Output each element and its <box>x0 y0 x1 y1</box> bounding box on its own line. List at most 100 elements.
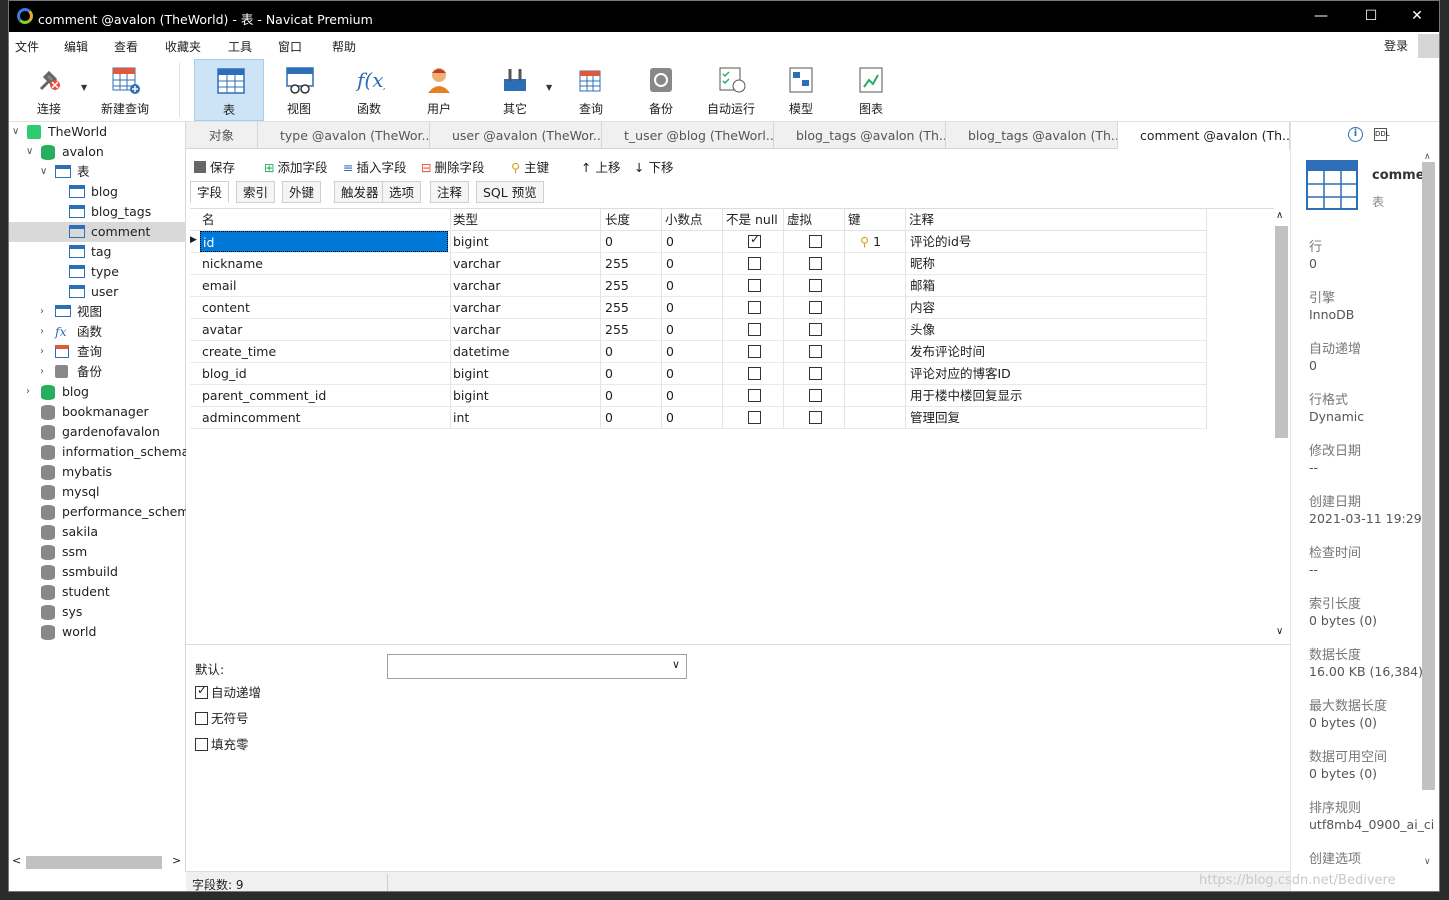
insert-field-button[interactable]: ≡ 插入字段 <box>343 157 407 176</box>
toolbar-backup-button[interactable]: 备份 <box>626 59 696 121</box>
not-null-checkbox[interactable] <box>748 232 761 248</box>
field-type-cell[interactable]: datetime <box>453 341 593 362</box>
scroll-right-icon[interactable]: > <box>172 854 181 867</box>
field-decimals-cell[interactable]: 0 <box>666 363 716 384</box>
tree-db-information-schema[interactable]: information_schema <box>9 442 189 462</box>
field-decimals-cell[interactable]: 0 <box>666 231 716 252</box>
not-null-checkbox[interactable] <box>748 257 761 270</box>
field-length-cell[interactable]: 255 <box>605 319 655 340</box>
zerofill-checkbox[interactable]: 填充零 <box>195 734 249 753</box>
field-type-cell[interactable]: varchar <box>453 253 593 274</box>
scroll-left-icon[interactable]: < <box>12 854 21 867</box>
virtual-checkbox[interactable] <box>809 389 822 402</box>
field-name-cell[interactable]: avatar <box>200 319 448 340</box>
tree-db-bookmanager[interactable]: bookmanager <box>9 402 186 422</box>
menu-view[interactable]: 查看 <box>114 38 138 55</box>
unsigned-checkbox[interactable]: 无符号 <box>195 708 249 727</box>
tab-sql-preview[interactable]: SQL 预览 <box>476 181 544 203</box>
sidebar-hscrollbar[interactable]: < > <box>9 853 186 871</box>
scroll-up-icon[interactable]: ∧ <box>1424 152 1431 162</box>
toolbar-connection-button[interactable]: 连接 <box>14 59 84 121</box>
info-icon[interactable]: i <box>1348 127 1363 142</box>
virtual-checkbox[interactable] <box>809 411 822 424</box>
toolbar-new-query-button[interactable]: 新建查询 <box>90 59 160 121</box>
tab-comment[interactable]: 注释 <box>430 181 470 203</box>
move-down-button[interactable]: ↓ 下移 <box>634 157 674 176</box>
field-type-cell[interactable]: varchar <box>453 297 593 318</box>
scroll-down-icon[interactable]: ∨ <box>1276 626 1283 637</box>
field-length-cell[interactable]: 0 <box>605 341 655 362</box>
toolbar-model-button[interactable]: 模型 <box>766 59 836 121</box>
menu-file[interactable]: 文件 <box>15 38 39 55</box>
not-null-checkbox[interactable] <box>748 279 761 292</box>
toolbar-chart-button[interactable]: 图表 <box>836 59 906 121</box>
tab-foreign-keys[interactable]: 外键 <box>282 181 322 203</box>
close-button[interactable]: ✕ <box>1394 1 1439 32</box>
field-length-cell[interactable]: 0 <box>605 385 655 406</box>
field-comment-cell[interactable]: 管理回复 <box>910 407 1200 428</box>
field-length-cell[interactable]: 0 <box>605 407 655 428</box>
not-null-checkbox[interactable] <box>748 367 761 380</box>
field-length-cell[interactable]: 0 <box>605 231 655 252</box>
not-null-checkbox[interactable] <box>748 323 761 336</box>
virtual-checkbox[interactable] <box>809 235 822 248</box>
menu-help[interactable]: 帮助 <box>332 38 356 55</box>
tree-db-world[interactable]: world <box>9 622 186 642</box>
field-type-cell[interactable]: bigint <box>453 363 593 384</box>
avatar[interactable] <box>1418 34 1439 58</box>
scroll-up-icon[interactable]: ∧ <box>1276 210 1283 221</box>
table-row[interactable]: blog_id bigint 0 0 评论对应的博客ID <box>190 363 1206 385</box>
tree-table-type[interactable]: type <box>9 262 186 282</box>
toolbar-view-button[interactable]: 视图 <box>264 59 334 121</box>
field-decimals-cell[interactable]: 0 <box>666 275 716 296</box>
virtual-checkbox[interactable] <box>809 257 822 270</box>
tab-comment[interactable]: comment @avalon (Th... <box>1118 122 1290 150</box>
scroll-down-icon[interactable]: ∨ <box>1424 857 1431 867</box>
tree-db-performance-schema[interactable]: performance_schema <box>9 502 186 522</box>
table-row[interactable]: admincomment int 0 0 管理回复 <box>190 407 1206 429</box>
field-comment-cell[interactable]: 用于楼中楼回复显示 <box>910 385 1200 406</box>
tree-db-sys[interactable]: sys <box>9 602 186 622</box>
default-value-select[interactable]: ∨ <box>387 654 687 679</box>
field-length-cell[interactable]: 255 <box>605 275 655 296</box>
not-null-checkbox[interactable] <box>748 301 761 314</box>
field-type-cell[interactable]: int <box>453 407 593 428</box>
not-null-checkbox[interactable] <box>748 345 761 358</box>
ddl-icon[interactable]: DDL <box>1374 128 1390 141</box>
field-comment-cell[interactable]: 发布评论时间 <box>910 341 1200 362</box>
menu-window[interactable]: 窗口 <box>278 38 302 55</box>
toolbar-user-button[interactable]: 用户 <box>404 59 474 121</box>
tree-db-mybatis[interactable]: mybatis <box>9 462 186 482</box>
chevron-down-icon[interactable]: ▼ <box>81 83 87 92</box>
field-type-cell[interactable]: varchar <box>453 319 593 340</box>
field-length-cell[interactable]: 255 <box>605 297 655 318</box>
scrollbar-thumb[interactable] <box>26 856 162 869</box>
tree-tables-folder[interactable]: ∨ 表 <box>9 162 186 182</box>
field-name-cell[interactable]: email <box>200 275 448 296</box>
tab-blog-tags-2[interactable]: blog_tags @avalon (Th... <box>946 122 1118 149</box>
toolbar-automation-button[interactable]: 自动运行 <box>696 59 766 121</box>
tree-table-user[interactable]: user <box>9 282 186 302</box>
field-type-cell[interactable]: bigint <box>453 231 593 252</box>
tab-objects[interactable]: 对象 <box>186 122 258 149</box>
tree-db-gardenofavalon[interactable]: gardenofavalon <box>9 422 186 442</box>
add-field-button[interactable]: ⊞ 添加字段 <box>264 157 328 176</box>
field-type-cell[interactable]: varchar <box>453 275 593 296</box>
primary-key-button[interactable]: ⚲ 主键 <box>511 157 549 176</box>
field-decimals-cell[interactable]: 0 <box>666 407 716 428</box>
tab-triggers[interactable]: 触发器 <box>334 181 386 203</box>
toolbar-table-button[interactable]: 表 <box>194 59 264 121</box>
tree-db-avalon[interactable]: ∨ avalon <box>9 142 186 162</box>
field-comment-cell[interactable]: 评论的id号 <box>910 231 1200 252</box>
table-row[interactable]: parent_comment_id bigint 0 0 用于楼中楼回复显示 <box>190 385 1206 407</box>
minimize-button[interactable]: — <box>1298 1 1344 32</box>
tab-user[interactable]: user @avalon (TheWor... <box>430 122 602 149</box>
tree-db-blog[interactable]: › blog <box>9 382 186 402</box>
tree-table-comment[interactable]: comment <box>9 222 186 242</box>
chevron-down-icon[interactable]: ▼ <box>546 83 552 92</box>
auto-increment-checkbox[interactable]: ✓ 自动递增 <box>195 682 261 701</box>
tab-t-user[interactable]: t_user @blog (TheWorl... <box>602 122 774 149</box>
tab-options[interactable]: 选项 <box>382 181 422 203</box>
not-null-checkbox[interactable] <box>748 389 761 402</box>
toolbar-other-button[interactable]: 其它 <box>480 59 550 121</box>
